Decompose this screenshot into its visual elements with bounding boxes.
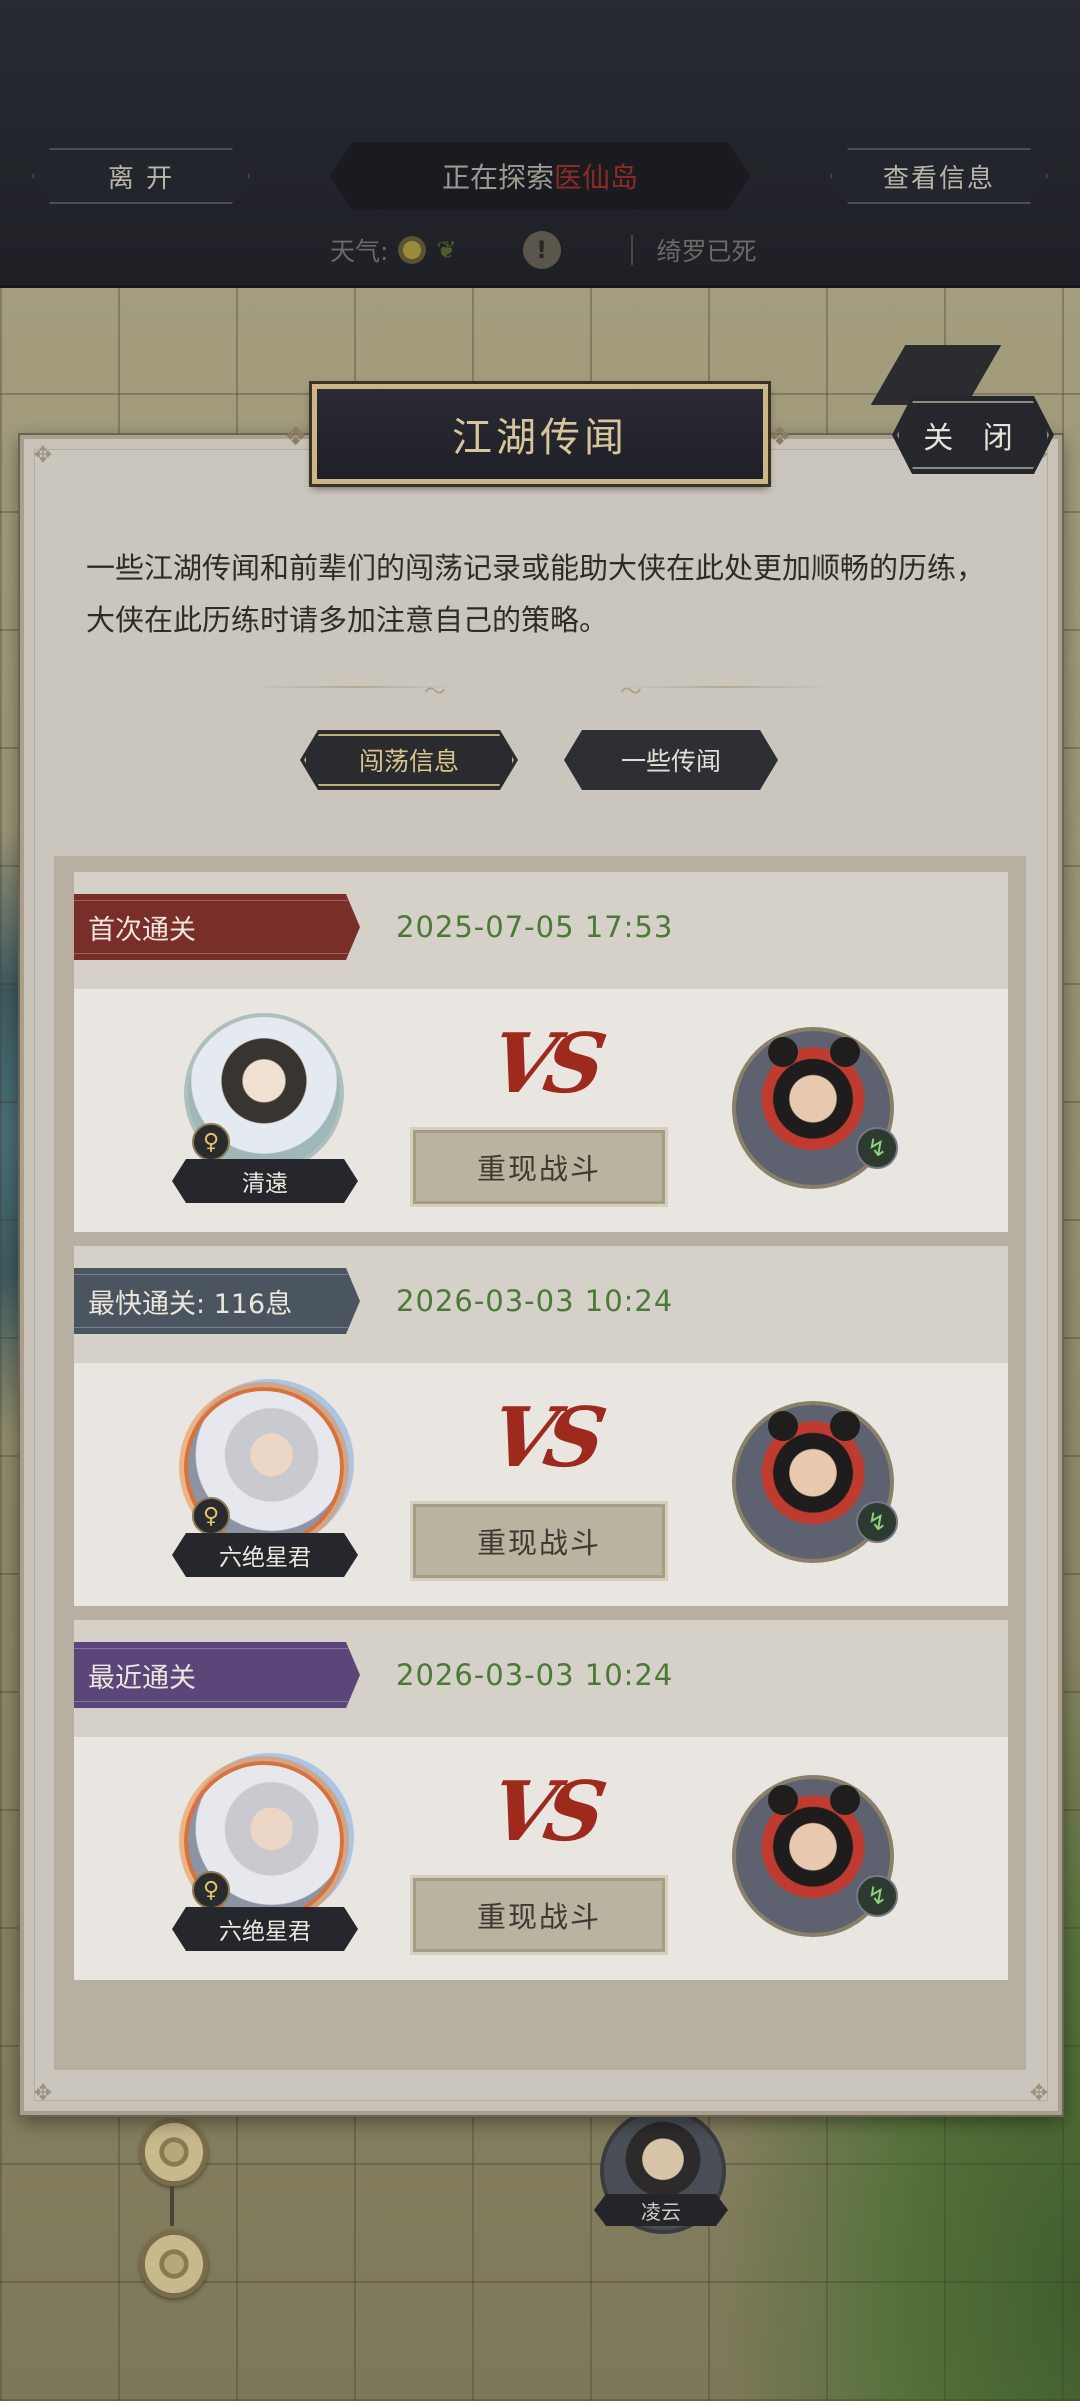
record-date: 2026-03-03 10:24 xyxy=(396,1658,674,1692)
hero-name: 六绝星君 xyxy=(172,1907,358,1951)
skill-badge-icon: ↯ xyxy=(856,1127,898,1169)
corner-ornament: ✥ xyxy=(1029,2081,1049,2106)
close-button[interactable]: 关 闭 xyxy=(892,396,1054,474)
sun-icon xyxy=(398,236,427,264)
hair-bun xyxy=(768,1785,798,1815)
hair-bun xyxy=(768,1411,798,1441)
vs-icon: VS xyxy=(483,1764,604,1860)
title-wing-ornament: ❖ xyxy=(768,422,792,452)
divider-line xyxy=(620,686,830,688)
vs-icon: VS xyxy=(483,1390,604,1486)
weather-label: 天气: xyxy=(330,237,389,266)
enemy-portrait[interactable]: ↯ xyxy=(732,1401,898,1563)
enemy-portrait[interactable]: ↯ xyxy=(732,1775,898,1937)
leaf-icon: ❦ xyxy=(436,236,457,264)
corner-ornament: ✥ xyxy=(33,443,53,468)
leave-button[interactable]: 离 开 xyxy=(32,148,250,204)
hero-card[interactable]: ♀ 清遠 xyxy=(184,1013,344,1203)
map-coin-marker[interactable] xyxy=(140,2230,208,2298)
tab-adventure-info[interactable]: 闯荡信息 xyxy=(300,730,518,790)
record-header: 最快通关: 116息 2026-03-03 10:24 xyxy=(74,1246,1008,1363)
exploring-title: 正在探索 医仙岛 xyxy=(330,142,750,210)
skill-badge-icon: ↯ xyxy=(856,1501,898,1543)
skill-badge-icon: ↯ xyxy=(856,1875,898,1917)
tab-rumors[interactable]: 一些传闻 xyxy=(564,730,778,790)
female-icon: ♀ xyxy=(192,1123,230,1161)
replay-battle-button[interactable]: 重现战斗 xyxy=(410,1501,668,1581)
record-body: ♀ 六绝星君 VS 重现战斗 ↯ xyxy=(74,1737,1008,1980)
record-badge: 最快通关: 116息 xyxy=(74,1268,360,1334)
record-badge: 最近通关 xyxy=(74,1642,360,1708)
dialog-description: 一些江湖传闻和前辈们的闯荡记录或能助大侠在此处更加顺畅的历练，大侠在此历练时请多… xyxy=(86,551,986,637)
top-bar: 离 开 正在探索 医仙岛 查看信息 天气: ❦ ! 绮罗已死 xyxy=(0,0,1080,288)
record-header: 首次通关 2025-07-05 17:53 xyxy=(74,872,1008,989)
dialog-title: 江湖传闻 xyxy=(312,384,768,484)
vs-icon: VS xyxy=(483,1016,604,1112)
divider xyxy=(630,235,633,265)
replay-battle-button[interactable]: 重现战斗 xyxy=(410,1127,668,1207)
chain-decoration xyxy=(170,2186,174,2226)
title-wing-ornament: ❖ xyxy=(284,422,308,452)
hero-name: 清遠 xyxy=(172,1159,358,1203)
exploring-prefix: 正在探索 xyxy=(441,161,554,194)
record-header: 最近通关 2026-03-03 10:24 xyxy=(74,1620,1008,1737)
record-badge: 首次通关 xyxy=(74,894,360,960)
female-icon: ♀ xyxy=(192,1871,230,1909)
npc-name: 凌云 xyxy=(594,2194,728,2226)
view-info-button[interactable]: 查看信息 xyxy=(830,148,1048,204)
hero-card[interactable]: ♀ 六绝星君 xyxy=(184,1387,344,1577)
divider-ornament: 〜 xyxy=(620,680,643,705)
hero-name: 六绝星君 xyxy=(172,1533,358,1577)
map-coin-marker[interactable] xyxy=(140,2118,208,2186)
record-date: 2025-07-05 17:53 xyxy=(396,910,674,944)
enemy-portrait[interactable]: ↯ xyxy=(732,1027,898,1189)
corner-ornament: ✥ xyxy=(33,2081,53,2106)
divider-ornament: 〜 xyxy=(424,680,447,705)
status-row: 天气: ❦ ! 绮罗已死 xyxy=(330,228,757,272)
status-text: 绮罗已死 xyxy=(656,237,757,266)
record-date: 2026-03-03 10:24 xyxy=(396,1284,674,1318)
alert-icon[interactable]: ! xyxy=(522,231,561,269)
record-body: ♀ 六绝星君 VS 重现战斗 ↯ xyxy=(74,1363,1008,1606)
records-list[interactable]: 首次通关 2025-07-05 17:53 ♀ 清遠 VS 重现战斗 ↯ 最快通… xyxy=(54,856,1026,2070)
hero-card[interactable]: ♀ 六绝星君 xyxy=(184,1761,344,1951)
hair-bun xyxy=(830,1411,860,1441)
female-icon: ♀ xyxy=(192,1497,230,1535)
hair-bun xyxy=(830,1037,860,1067)
hair-bun xyxy=(830,1785,860,1815)
replay-battle-button[interactable]: 重现战斗 xyxy=(410,1875,668,1955)
hair-bun xyxy=(768,1037,798,1067)
location-name: 医仙岛 xyxy=(554,161,639,194)
record-body: ♀ 清遠 VS 重现战斗 ↯ xyxy=(74,989,1008,1232)
